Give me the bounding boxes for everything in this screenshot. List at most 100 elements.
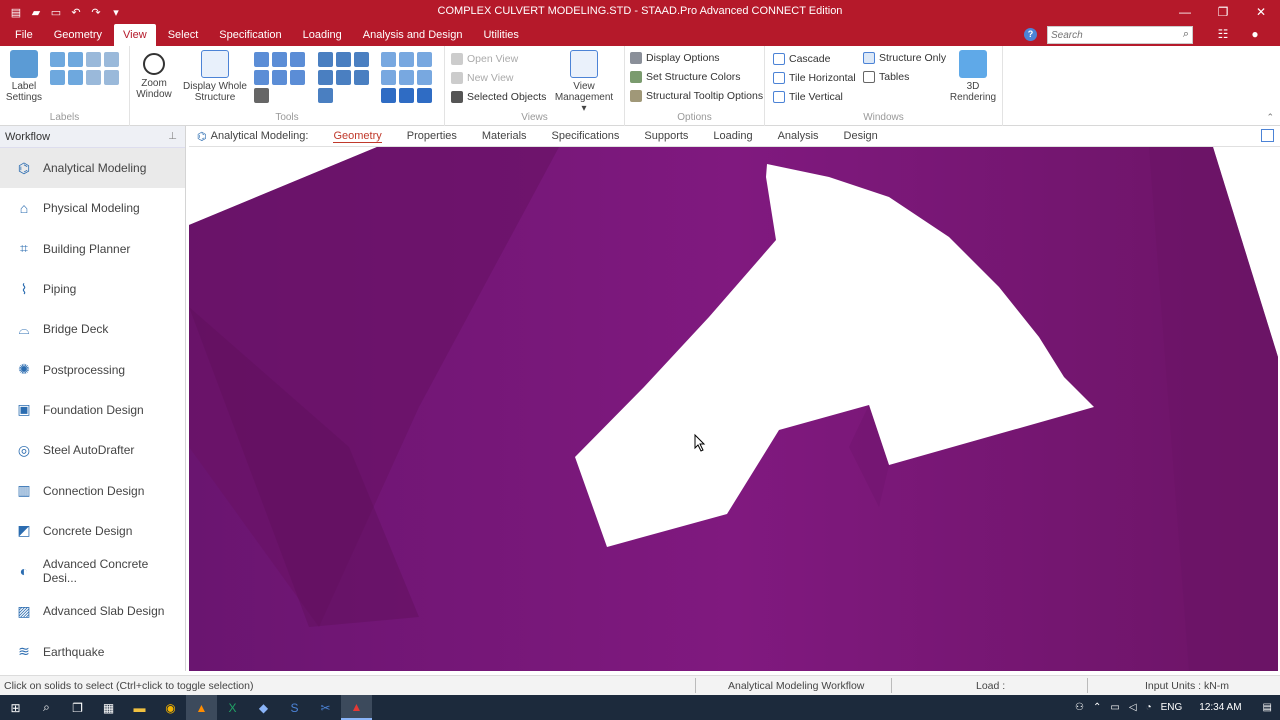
clock[interactable]: 12:34 AM	[1199, 702, 1241, 713]
rotate-down-icon[interactable]	[381, 70, 396, 85]
network-icon[interactable]: ◔	[1146, 702, 1152, 713]
zoom-selected-icon[interactable]	[272, 70, 287, 85]
notification-icon[interactable]: ▤	[1263, 702, 1272, 713]
fit-view-icon[interactable]	[417, 88, 432, 103]
subtab-loading[interactable]: Loading	[713, 130, 752, 142]
snipping-icon[interactable]: ✂	[310, 695, 341, 720]
new-view-button[interactable]: New View	[451, 72, 514, 84]
app-icon[interactable]: ◆	[248, 695, 279, 720]
staad-icon[interactable]: S	[279, 695, 310, 720]
tables-button[interactable]: Tables	[863, 71, 909, 83]
3d-rendering-button[interactable]: 3D Rendering	[949, 50, 997, 103]
workflow-item-advanced-concrete-design[interactable]: ◐ Advanced Concrete Desi...	[0, 551, 185, 591]
solid-label-icon[interactable]	[104, 52, 119, 67]
pan-icon[interactable]	[254, 88, 269, 103]
zoom-in-icon[interactable]	[254, 52, 269, 67]
rotate-right-icon[interactable]	[417, 52, 432, 67]
label-settings-button[interactable]: Label Settings	[4, 50, 44, 103]
left-view-icon[interactable]	[354, 52, 369, 67]
connect-icon[interactable]: ☷	[1216, 27, 1230, 41]
workflow-item-building-planner[interactable]: ⌗ Building Planner	[0, 229, 185, 269]
tab-utilities[interactable]: Utilities	[474, 24, 527, 46]
workflow-item-steel-autodrafter[interactable]: ◎ Steel AutoDrafter	[0, 430, 185, 470]
cascade-button[interactable]: Cascade	[773, 53, 830, 65]
bentley-icon[interactable]: ▲	[341, 695, 372, 720]
battery-icon[interactable]: ▭	[1110, 702, 1119, 713]
zoom-window-button[interactable]: Zoom Window	[134, 50, 174, 100]
workflow-item-physical-modeling[interactable]: ⌂ Physical Modeling	[0, 188, 185, 228]
selected-objects-button[interactable]: Selected Objects	[451, 91, 546, 103]
rotate-left-icon[interactable]	[399, 52, 414, 67]
tile-vertical-button[interactable]: Tile Vertical	[773, 91, 843, 103]
tab-file[interactable]: File	[6, 24, 42, 46]
workflow-item-earthquake[interactable]: ≋ Earthquake	[0, 632, 185, 672]
workflow-item-piping[interactable]: ⌇ Piping	[0, 269, 185, 309]
display-options-button[interactable]: Display Options	[630, 52, 720, 64]
help-icon[interactable]: ?	[1024, 28, 1037, 41]
vlc-icon[interactable]: ▲	[186, 695, 217, 720]
isometric-view-icon[interactable]	[318, 88, 333, 103]
property-label-icon[interactable]	[104, 70, 119, 85]
undo-rotation-icon[interactable]	[381, 88, 396, 103]
zoom-out-icon[interactable]	[254, 70, 269, 85]
search-box[interactable]: ⌕	[1047, 26, 1193, 44]
view-management-button[interactable]: View Management ▾	[547, 50, 621, 114]
workflow-item-concrete-design[interactable]: ◩ Concrete Design	[0, 511, 185, 551]
workflow-item-connection-design[interactable]: ▥ Connection Design	[0, 470, 185, 510]
zoom-previous-icon[interactable]	[290, 52, 305, 67]
workflow-item-postprocessing[interactable]: ✺ Postprocessing	[0, 349, 185, 389]
zoom-fit-icon[interactable]	[290, 70, 305, 85]
language-indicator[interactable]: ENG	[1161, 702, 1183, 713]
back-view-icon[interactable]	[336, 52, 351, 67]
tab-analysis-and-design[interactable]: Analysis and Design	[354, 24, 472, 46]
spin-left-icon[interactable]	[399, 70, 414, 85]
zoom-dynamic-icon[interactable]	[272, 52, 287, 67]
top-view-icon[interactable]	[336, 70, 351, 85]
rotate-up-icon[interactable]	[381, 52, 396, 67]
tile-horizontal-button[interactable]: Tile Horizontal	[773, 72, 856, 84]
subtab-materials[interactable]: Materials	[482, 130, 527, 142]
subtab-supports[interactable]: Supports	[644, 130, 688, 142]
support-label-icon[interactable]	[50, 70, 65, 85]
display-whole-structure-button[interactable]: Display Whole Structure	[176, 50, 254, 103]
search-icon[interactable]: ⌕	[31, 695, 62, 720]
search-icon[interactable]: ⌕	[1183, 28, 1189, 41]
front-view-icon[interactable]	[318, 52, 333, 67]
subtab-design[interactable]: Design	[844, 130, 878, 142]
search-input[interactable]	[1048, 27, 1168, 43]
subtab-properties[interactable]: Properties	[407, 130, 457, 142]
subtab-specifications[interactable]: Specifications	[552, 130, 620, 142]
tab-view[interactable]: View	[114, 24, 156, 46]
set-structure-colors-button[interactable]: Set Structure Colors	[630, 71, 741, 83]
task-view-icon[interactable]: ❐	[62, 695, 93, 720]
tab-select[interactable]: Select	[159, 24, 208, 46]
start-icon[interactable]: ⊞	[0, 695, 31, 720]
restore-icon[interactable]: ❐	[1204, 0, 1242, 24]
plate-label-icon[interactable]	[86, 52, 101, 67]
collapse-ribbon-icon[interactable]: ⌃	[1266, 112, 1274, 123]
workflow-item-analytical-modeling[interactable]: ⌬ Analytical Modeling	[0, 148, 185, 189]
node-label-icon[interactable]	[50, 52, 65, 67]
minimize-icon[interactable]: —	[1166, 0, 1204, 24]
bottom-view-icon[interactable]	[354, 70, 369, 85]
beam-label-icon[interactable]	[68, 52, 83, 67]
axis-label-icon[interactable]	[86, 70, 101, 85]
close-icon[interactable]: ✕	[1242, 0, 1280, 24]
open-view-button[interactable]: Open View	[451, 53, 518, 65]
right-view-icon[interactable]	[318, 70, 333, 85]
load-label-icon[interactable]	[68, 70, 83, 85]
user-icon[interactable]: ●	[1248, 27, 1262, 41]
tab-geometry[interactable]: Geometry	[45, 24, 111, 46]
pin-icon[interactable]: ⊥	[168, 126, 177, 148]
show-hidden-icons-icon[interactable]: ⌃	[1093, 702, 1101, 713]
model-viewport[interactable]	[189, 147, 1278, 671]
panel-layout-icon[interactable]	[1261, 129, 1274, 142]
tab-loading[interactable]: Loading	[294, 24, 351, 46]
subtab-geometry[interactable]: Geometry	[333, 130, 382, 143]
workflow-item-bridge-deck[interactable]: ⌓ Bridge Deck	[0, 309, 185, 349]
excel-icon[interactable]: X	[217, 695, 248, 720]
calculator-icon[interactable]: ▦	[93, 695, 124, 720]
structural-tooltip-options-button[interactable]: Structural Tooltip Options	[630, 90, 763, 102]
file-explorer-icon[interactable]: ▬	[124, 695, 155, 720]
redo-rotation-icon[interactable]	[399, 88, 414, 103]
